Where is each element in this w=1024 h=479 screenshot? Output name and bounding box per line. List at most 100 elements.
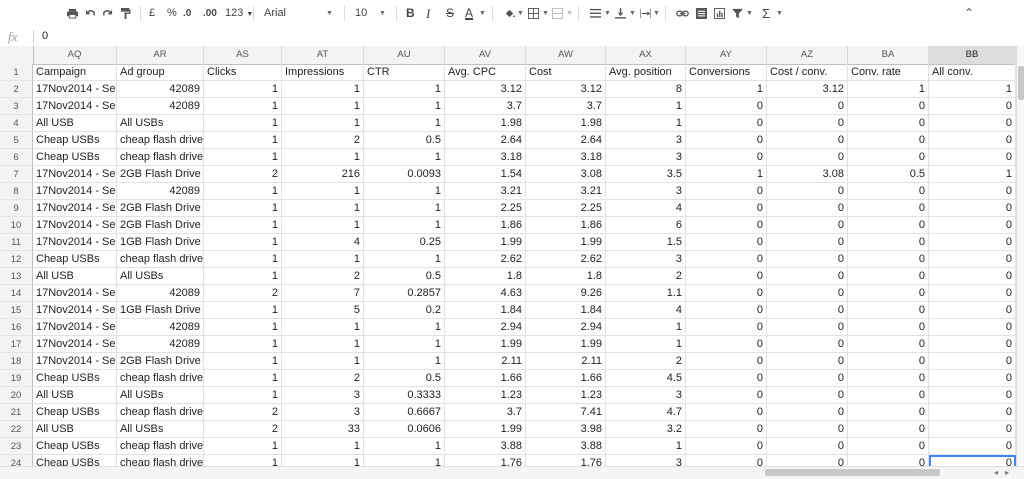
cell[interactable]: 1 <box>204 183 282 200</box>
font-size-select[interactable]: 10 <box>355 0 367 27</box>
cell[interactable]: 1 <box>282 200 364 217</box>
cell[interactable]: 0 <box>767 302 848 319</box>
cell[interactable]: 1 <box>282 217 364 234</box>
cell[interactable]: 42089 <box>117 285 204 302</box>
cell[interactable]: All USBs <box>117 115 204 132</box>
cell[interactable]: 3 <box>282 387 364 404</box>
cell[interactable]: 1 <box>364 200 445 217</box>
cell[interactable]: 1.99 <box>445 234 526 251</box>
cell[interactable]: 4.5 <box>606 370 686 387</box>
header-cell[interactable]: CTR <box>364 64 445 81</box>
cell[interactable]: cheap flash drive <box>117 132 204 149</box>
cell[interactable]: Cheap USBs <box>33 455 117 466</box>
cell[interactable]: 0 <box>686 285 767 302</box>
cell[interactable]: 0 <box>848 149 929 166</box>
row-header[interactable]: 18 <box>0 353 33 370</box>
cell[interactable]: 4.7 <box>606 404 686 421</box>
cell[interactable]: 4 <box>282 234 364 251</box>
cell[interactable]: 0 <box>686 370 767 387</box>
filter-icon[interactable] <box>732 8 743 19</box>
cell[interactable]: cheap flash drive <box>117 149 204 166</box>
cell[interactable]: 0 <box>848 370 929 387</box>
cell[interactable]: 1 <box>364 98 445 115</box>
cell[interactable]: 0 <box>929 438 1016 455</box>
column-header-at[interactable]: AT <box>282 46 364 64</box>
cell[interactable]: 0 <box>767 268 848 285</box>
cell[interactable]: 1 <box>364 149 445 166</box>
merge-cells-icon[interactable] <box>552 8 563 19</box>
cell[interactable]: 1 <box>929 166 1016 183</box>
cell[interactable]: 1 <box>364 319 445 336</box>
cell[interactable]: 2.94 <box>445 319 526 336</box>
cell[interactable]: cheap flash drive <box>117 370 204 387</box>
cell[interactable]: 0 <box>767 319 848 336</box>
cell[interactable]: 3.5 <box>606 166 686 183</box>
cell[interactable]: 4 <box>606 302 686 319</box>
cell[interactable]: 1 <box>364 455 445 466</box>
cell[interactable]: 8 <box>606 81 686 98</box>
cell[interactable]: 0 <box>686 438 767 455</box>
cell[interactable]: 3 <box>606 149 686 166</box>
strikethrough-button[interactable]: S <box>446 0 454 27</box>
cell[interactable]: 1 <box>606 319 686 336</box>
cell[interactable]: 0 <box>929 132 1016 149</box>
cell[interactable]: 1.8 <box>445 268 526 285</box>
cell[interactable]: 17Nov2014 - Sea <box>33 302 117 319</box>
chevron-down-icon[interactable]: ▼ <box>746 0 753 27</box>
chevron-down-icon[interactable]: ▼ <box>479 0 486 27</box>
row-header[interactable]: 20 <box>0 387 33 404</box>
row-header[interactable]: 15 <box>0 302 33 319</box>
cell[interactable]: 3.12 <box>445 81 526 98</box>
column-header-ba[interactable]: BA <box>848 46 929 64</box>
cell[interactable]: 0 <box>848 132 929 149</box>
cell[interactable]: 0.5 <box>364 132 445 149</box>
cell[interactable]: 0 <box>848 200 929 217</box>
header-cell[interactable]: Impressions <box>282 64 364 81</box>
cell[interactable]: 0 <box>767 404 848 421</box>
cell[interactable]: 1 <box>929 81 1016 98</box>
cell[interactable]: 0 <box>848 183 929 200</box>
cell[interactable]: 1 <box>204 353 282 370</box>
cell[interactable]: 0 <box>767 421 848 438</box>
cell[interactable]: 1 <box>364 217 445 234</box>
cell[interactable]: 2.94 <box>526 319 606 336</box>
cell[interactable]: 0 <box>767 370 848 387</box>
cell[interactable]: 1 <box>204 455 282 466</box>
cell[interactable]: cheap flash drive <box>117 404 204 421</box>
cell[interactable]: 1 <box>282 319 364 336</box>
cell[interactable]: 1 <box>364 438 445 455</box>
cell[interactable]: 0 <box>686 455 767 466</box>
select-all-corner[interactable] <box>0 46 34 64</box>
cell[interactable]: 1 <box>282 455 364 466</box>
cell[interactable]: 1 <box>364 353 445 370</box>
cell[interactable]: 0 <box>767 251 848 268</box>
cell[interactable]: 1 <box>204 132 282 149</box>
cell[interactable]: 0 <box>848 353 929 370</box>
cell[interactable]: 0 <box>848 387 929 404</box>
row-header[interactable]: 22 <box>0 421 33 438</box>
cell[interactable]: 17Nov2014 - Sea <box>33 98 117 115</box>
cell[interactable]: 1 <box>364 183 445 200</box>
cell[interactable]: 1 <box>282 115 364 132</box>
cell[interactable]: 0.3333 <box>364 387 445 404</box>
cell[interactable]: 1.23 <box>526 387 606 404</box>
cell[interactable]: 1 <box>686 81 767 98</box>
cell[interactable]: 0 <box>848 404 929 421</box>
borders-icon[interactable] <box>528 8 539 19</box>
cell[interactable]: 42089 <box>117 336 204 353</box>
cell[interactable]: 0 <box>686 421 767 438</box>
cell[interactable]: 0 <box>848 251 929 268</box>
cell[interactable]: 1.98 <box>445 115 526 132</box>
cell[interactable]: 2GB Flash Drive <box>117 166 204 183</box>
header-cell[interactable]: All conv. <box>929 64 1016 81</box>
cell[interactable]: 1 <box>282 251 364 268</box>
chevron-down-icon[interactable]: ▼ <box>604 0 611 27</box>
cell[interactable]: 17Nov2014 - Sea <box>33 285 117 302</box>
cell[interactable]: 0 <box>767 217 848 234</box>
cell[interactable]: All USB <box>33 268 117 285</box>
cell[interactable]: 17Nov2014 - Sea <box>33 234 117 251</box>
scroll-right-icon[interactable]: ▸ <box>1005 467 1009 478</box>
fill-color-icon[interactable] <box>504 8 515 19</box>
cell[interactable]: 5 <box>282 302 364 319</box>
cell[interactable]: 6 <box>606 217 686 234</box>
